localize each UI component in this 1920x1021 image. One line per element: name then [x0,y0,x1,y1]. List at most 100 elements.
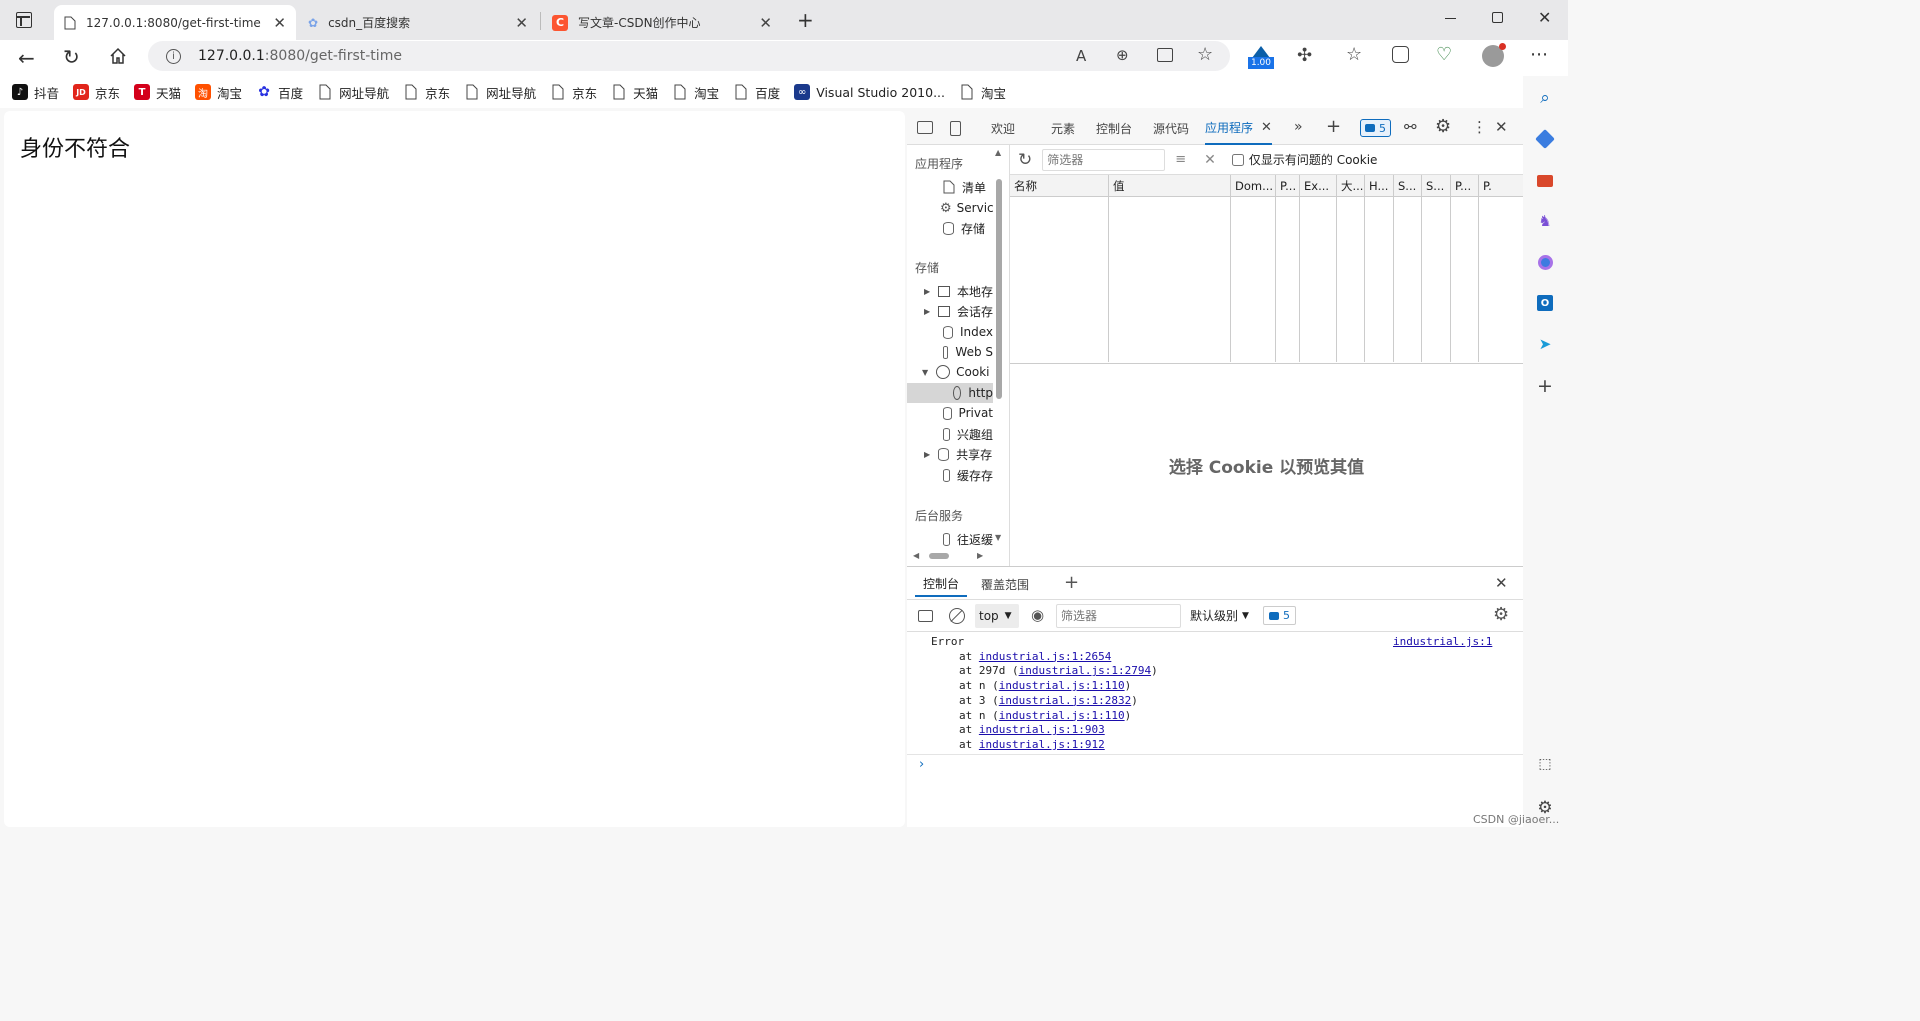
sidebar-item-session-storage[interactable]: ▶ 会话存 [907,301,993,321]
extensions-icon[interactable]: ✣ [1297,45,1312,66]
bookmark-item[interactable]: 网址导航 [317,83,389,102]
tab-csdn-baidu[interactable]: ✿ csdn_百度搜索 ✕ [298,5,538,40]
bookmark-item[interactable]: ∞ Visual Studio 2010... [794,84,945,100]
outlook-icon[interactable]: O [1535,293,1555,313]
stack-link[interactable]: industrial.js:1:2832 [999,694,1131,707]
send-icon[interactable]: ➤ [1535,334,1555,354]
split-screen-icon[interactable] [1157,48,1173,62]
collections-icon[interactable] [1392,46,1409,63]
customize-menu-icon[interactable]: ⋮ [1472,118,1487,136]
bookmark-item[interactable]: 网址导航 [464,83,536,102]
info-icon[interactable]: i [166,48,181,64]
expand-arrow-icon[interactable]: ▶ [924,450,930,459]
stack-link[interactable]: industrial.js:1:903 [979,723,1105,736]
close-tab-icon[interactable]: ✕ [759,14,772,32]
only-issues-checkbox[interactable] [1231,153,1244,166]
sidebar-item-indexeddb[interactable]: Index [907,322,993,342]
stack-link[interactable]: industrial.js:1:110 [999,709,1125,722]
vertical-scrollbar[interactable] [996,179,1002,399]
screenshot-icon[interactable]: ⬚ [1535,754,1555,774]
tools-icon[interactable] [1535,171,1555,191]
drawer-tab-console[interactable]: 控制台 [915,571,968,597]
refresh-icon[interactable]: ↻ [1018,150,1032,170]
address-bar[interactable]: i 127.0.0.1:8080/get-first-time A ⊕ ☆ [148,41,1230,71]
close-devtools-icon[interactable]: ✕ [1495,118,1508,136]
restore-icon[interactable] [1492,12,1503,23]
issues-badge[interactable]: 5 [1360,119,1391,137]
bookmark-item[interactable]: ♪ 抖音 [12,83,59,102]
tab-get-first-time[interactable]: 127.0.0.1:8080/get-first-time ✕ [54,5,296,40]
bookmark-item[interactable]: ✿ 百度 [256,83,303,102]
microsoft365-icon[interactable] [1535,252,1555,272]
column-header[interactable]: S... [1394,175,1422,197]
console-filter-input[interactable] [1056,604,1181,628]
close-window-icon[interactable]: ✕ [1538,8,1551,27]
clear-console-icon[interactable] [949,608,965,624]
sidebar-item-interest-groups[interactable]: 兴趣组 [907,424,993,444]
tab-elements[interactable]: 元素 [1051,111,1075,145]
expand-arrow-icon[interactable]: ▶ [924,307,930,316]
sidebar-item-bfcache[interactable]: 往返缓 [907,529,993,549]
eye-icon[interactable]: ◉ [1031,606,1044,624]
connection-icon[interactable]: ⚯ [1404,118,1417,136]
console-prompt-icon[interactable]: › [919,757,924,772]
bookmark-item[interactable]: 淘宝 [672,83,719,102]
expand-arrow-icon[interactable]: ▶ [924,287,930,296]
sidebar-item-manifest[interactable]: 清单 [907,177,993,197]
column-header[interactable]: P. [1479,175,1521,197]
inspect-icon[interactable] [917,121,933,134]
stack-link[interactable]: industrial.js:1:110 [999,679,1125,692]
bookmark-item[interactable]: JD 京东 [73,83,120,102]
bookmark-item[interactable]: 淘淘宝 [195,83,242,102]
more-menu-icon[interactable]: ⋯ [1530,44,1548,65]
home-icon[interactable] [109,47,127,65]
tab-console[interactable]: 控制台 [1096,111,1132,145]
column-header[interactable]: 大... [1337,175,1365,197]
column-header[interactable]: 名称 [1010,175,1109,197]
shopping-tag-icon[interactable] [1535,129,1555,149]
close-tab-icon[interactable]: ✕ [515,14,528,32]
horizontal-scrollbar[interactable] [929,553,949,559]
favorite-star-icon[interactable]: ☆ [1197,44,1213,65]
cookie-filter-input[interactable] [1042,148,1166,171]
console-issues-badge[interactable]: 5 [1263,606,1296,625]
scroll-right-icon[interactable]: ▶ [977,551,983,560]
tab-sources[interactable]: 源代码 [1153,111,1189,145]
device-toggle-icon[interactable] [950,121,961,136]
performance-icon[interactable]: ♡ [1436,44,1452,65]
bookmark-item[interactable]: 京东 [550,83,597,102]
context-selector[interactable]: top ▼ [975,604,1019,628]
bookmark-item[interactable]: T 天猫 [134,83,181,102]
add-tab-icon[interactable]: + [1326,116,1341,137]
close-tab-icon[interactable]: ✕ [1261,120,1272,135]
settings-gear-icon[interactable]: ⚙ [1435,116,1451,137]
sidebar-item-cookies[interactable]: ▼ Cooki [907,362,993,382]
refresh-icon[interactable]: ↻ [63,45,80,69]
stack-link[interactable]: industrial.js:1:912 [979,738,1105,751]
tab-application[interactable]: 应用程序 ✕ [1205,111,1272,145]
sidebar-item-cookie-origin[interactable]: http [907,383,993,403]
stack-link[interactable]: industrial.js:1:2794 [1019,664,1151,677]
drawer-tab-coverage[interactable]: 覆盖范围 [973,571,1037,597]
bookmark-item[interactable]: 百度 [733,83,780,102]
sidebar-item-web-sql[interactable]: Web S [907,342,993,362]
zoom-icon[interactable]: ⊕ [1116,46,1129,64]
bookmark-item[interactable]: 天猫 [611,83,658,102]
column-header[interactable]: 值 [1109,175,1231,197]
bookmark-item[interactable]: 淘宝 [959,83,1006,102]
column-header[interactable]: H... [1365,175,1394,197]
clear-filtered-icon[interactable]: ≡ [1175,152,1186,167]
minimize-icon[interactable] [1445,18,1456,19]
column-header[interactable]: Dom... [1231,175,1276,197]
add-drawer-tab-icon[interactable]: + [1064,572,1079,593]
stack-link[interactable]: industrial.js:1:2654 [979,650,1111,663]
back-icon[interactable]: ← [18,46,35,70]
games-icon[interactable]: ♞ [1535,211,1555,231]
tab-csdn-editor[interactable]: C 写文章-CSDN创作中心 ✕ [542,5,782,40]
sidebar-item-private-state[interactable]: Privat [907,403,993,423]
favorites-icon[interactable]: ☆ [1346,44,1362,65]
column-header[interactable]: S... [1422,175,1451,197]
close-drawer-icon[interactable]: ✕ [1495,574,1508,592]
sidebar-item-service-workers[interactable]: ⚙ Servic [907,198,993,218]
sidebar-item-storage[interactable]: 存储 [907,218,993,238]
